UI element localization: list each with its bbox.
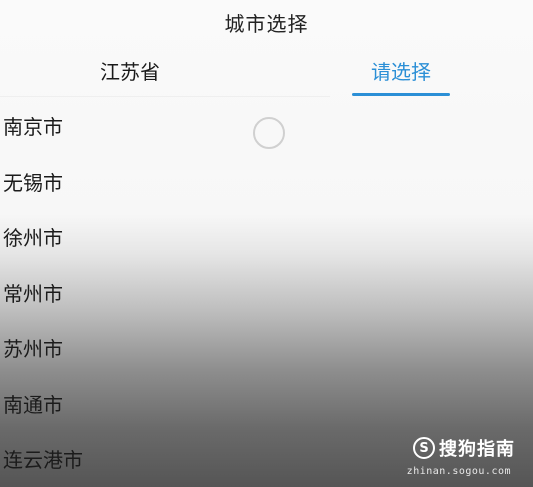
tab-divider bbox=[0, 96, 330, 97]
city-item-wuxi[interactable]: 无锡市 bbox=[0, 154, 533, 210]
city-item-nanjing[interactable]: 南京市 bbox=[0, 98, 533, 154]
city-item-nantong[interactable]: 南通市 bbox=[0, 376, 533, 432]
city-list: 南京市 无锡市 徐州市 常州市 苏州市 南通市 连云港市 bbox=[0, 98, 533, 487]
sogou-logo-icon: S bbox=[413, 437, 435, 459]
tab-city-select[interactable]: 请选择 bbox=[350, 44, 452, 96]
watermark-name: 搜狗指南 bbox=[439, 439, 515, 460]
header-bar: 城市选择 bbox=[0, 0, 533, 44]
city-item-suzhou[interactable]: 苏州市 bbox=[0, 320, 533, 376]
city-item-xuzhou[interactable]: 徐州市 bbox=[0, 209, 533, 265]
active-tab-indicator bbox=[352, 93, 450, 96]
watermark-url: zhinan.sogou.com bbox=[406, 466, 511, 477]
page-title: 城市选择 bbox=[224, 11, 309, 36]
tab-province[interactable]: 江苏省 bbox=[70, 44, 190, 96]
region-tabs: 江苏省 请选择 bbox=[0, 44, 533, 98]
sogou-watermark: S 搜狗指南 bbox=[413, 435, 515, 461]
city-item-changzhou[interactable]: 常州市 bbox=[0, 265, 533, 321]
